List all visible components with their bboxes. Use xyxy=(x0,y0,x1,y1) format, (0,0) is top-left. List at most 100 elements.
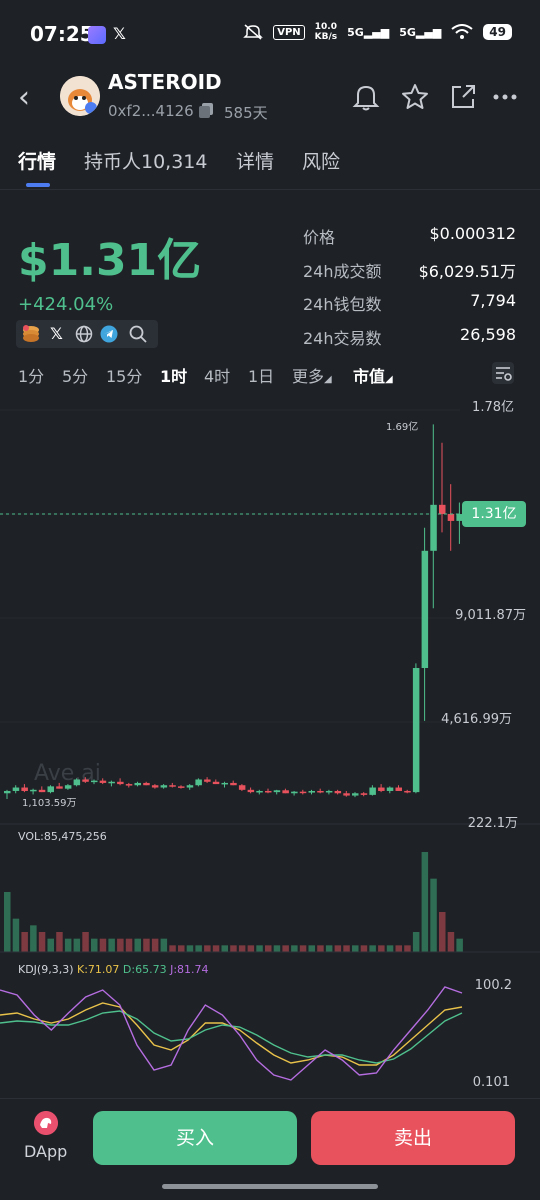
home-indicator[interactable] xyxy=(162,1184,378,1189)
candle-body xyxy=(265,790,272,793)
low-label: 1,103.59万 xyxy=(22,798,77,809)
mute-icon xyxy=(243,24,264,40)
star-icon[interactable] xyxy=(400,82,430,112)
stat-label: 24h交易数 xyxy=(303,329,382,348)
candle-body xyxy=(325,790,333,793)
stat-value: $0.000312 xyxy=(429,224,516,243)
candle-body xyxy=(38,789,46,793)
watermark: Ave.ai xyxy=(34,761,101,786)
volume-bar xyxy=(421,852,429,952)
chart-settings-icon[interactable] xyxy=(490,360,516,386)
interval-1d[interactable]: 1日 xyxy=(248,363,274,387)
dapp-icon[interactable] xyxy=(34,1111,58,1135)
volume-bar xyxy=(186,945,194,952)
tab-details[interactable]: 详情 xyxy=(236,147,274,174)
app-icon xyxy=(88,26,106,44)
volume-bar xyxy=(456,938,463,952)
volume-bar xyxy=(204,945,211,952)
volume-bar xyxy=(430,878,437,952)
y-axis-label: 4,616.99万 xyxy=(441,712,512,727)
status-icons: VPN 10.0 KB/s 5G▂▄▆ 5G▂▄▆ 49 xyxy=(243,22,512,42)
candle-body xyxy=(360,793,368,795)
interval-4h[interactable]: 4时 xyxy=(204,363,230,387)
back-icon[interactable]: ‹ xyxy=(18,80,30,115)
volume-bar xyxy=(230,945,237,952)
volume-bar xyxy=(143,938,150,952)
signal-icon: 5G▂▄▆ xyxy=(399,25,442,39)
volume-bar xyxy=(12,918,20,952)
volume-bar xyxy=(38,932,46,952)
contract-address[interactable]: 0xf2...4126 xyxy=(108,102,194,120)
volume-bar xyxy=(195,945,202,952)
volume-bar xyxy=(343,945,350,952)
interval-1h[interactable]: 1时 xyxy=(160,363,187,387)
bell-icon[interactable] xyxy=(351,82,381,112)
volume-bar xyxy=(134,938,141,952)
battery-icon: 49 xyxy=(483,24,512,40)
candle-body xyxy=(195,779,202,786)
market-cap: $1.31亿 xyxy=(18,235,202,286)
candle-body xyxy=(108,781,115,784)
kdj-axis-label: 0.101 xyxy=(472,1075,510,1090)
dapp-label[interactable]: DApp xyxy=(24,1142,67,1161)
y-axis-label: 222.1万 xyxy=(467,816,518,831)
interval-1m[interactable]: 1分 xyxy=(18,363,44,387)
candle-body xyxy=(404,790,411,793)
candle-body xyxy=(12,787,20,791)
divider xyxy=(0,189,540,190)
candle-body xyxy=(143,782,150,786)
stat-label: 24h成交额 xyxy=(303,262,382,281)
volume-bar xyxy=(352,945,359,952)
copy-icon[interactable] xyxy=(198,102,214,119)
volume-bar xyxy=(64,938,72,952)
candle-body xyxy=(178,786,185,788)
telegram-icon[interactable] xyxy=(100,325,118,343)
volume-bar xyxy=(447,932,455,952)
token-age: 585天 xyxy=(224,104,268,122)
candle-body xyxy=(117,781,124,785)
candle-body xyxy=(91,780,98,783)
candle-body xyxy=(238,785,246,790)
interval-more[interactable]: 更多◢ xyxy=(292,363,332,387)
kdj-label: KDJ(9,3,3) K:71.07 D:65.73 J:81.74 xyxy=(18,963,209,976)
social-links: 𝕏 xyxy=(16,320,158,348)
volume-bar xyxy=(308,945,315,952)
more-icon[interactable] xyxy=(490,82,520,112)
candle-body xyxy=(134,782,141,786)
candle-body xyxy=(186,785,194,788)
volume-bar xyxy=(169,945,176,952)
sell-button[interactable]: 卖出 xyxy=(311,1111,515,1165)
tab-market[interactable]: 行情 xyxy=(18,147,56,174)
kdj-j-line xyxy=(0,986,463,1081)
candle-body xyxy=(378,787,385,791)
price-chart[interactable]: Ave.ai xyxy=(0,390,540,1100)
coin-stack-icon[interactable] xyxy=(20,323,42,345)
volume-bar xyxy=(412,932,420,952)
candle-body xyxy=(125,784,133,786)
status-time: 07:25 xyxy=(30,22,94,46)
globe-icon[interactable] xyxy=(75,325,93,343)
candle-body xyxy=(212,781,220,785)
candle-body xyxy=(291,791,298,794)
interval-5m[interactable]: 5分 xyxy=(62,363,88,387)
x-icon[interactable]: 𝕏 xyxy=(50,324,63,343)
volume-bar xyxy=(99,938,107,952)
volume-bar xyxy=(360,945,368,952)
volume-bar xyxy=(117,938,124,952)
buy-button[interactable]: 买入 xyxy=(93,1111,297,1165)
stat-value: 7,794 xyxy=(470,291,516,310)
candle-body xyxy=(273,790,281,793)
stat-value: $6,029.51万 xyxy=(418,262,516,281)
tab-holders[interactable]: 持币人10,314 xyxy=(84,147,207,174)
volume-bar xyxy=(221,945,228,952)
volume-bar xyxy=(160,938,168,952)
search-icon[interactable] xyxy=(128,324,148,344)
share-icon[interactable] xyxy=(448,82,478,112)
metric-select[interactable]: 市值◢ xyxy=(353,363,393,387)
volume-bar xyxy=(273,945,281,952)
candle-body xyxy=(386,787,394,791)
interval-15m[interactable]: 15分 xyxy=(106,363,142,387)
candle-body xyxy=(412,668,420,793)
tab-risk[interactable]: 风险 xyxy=(302,147,340,174)
volume-bar xyxy=(404,945,411,952)
